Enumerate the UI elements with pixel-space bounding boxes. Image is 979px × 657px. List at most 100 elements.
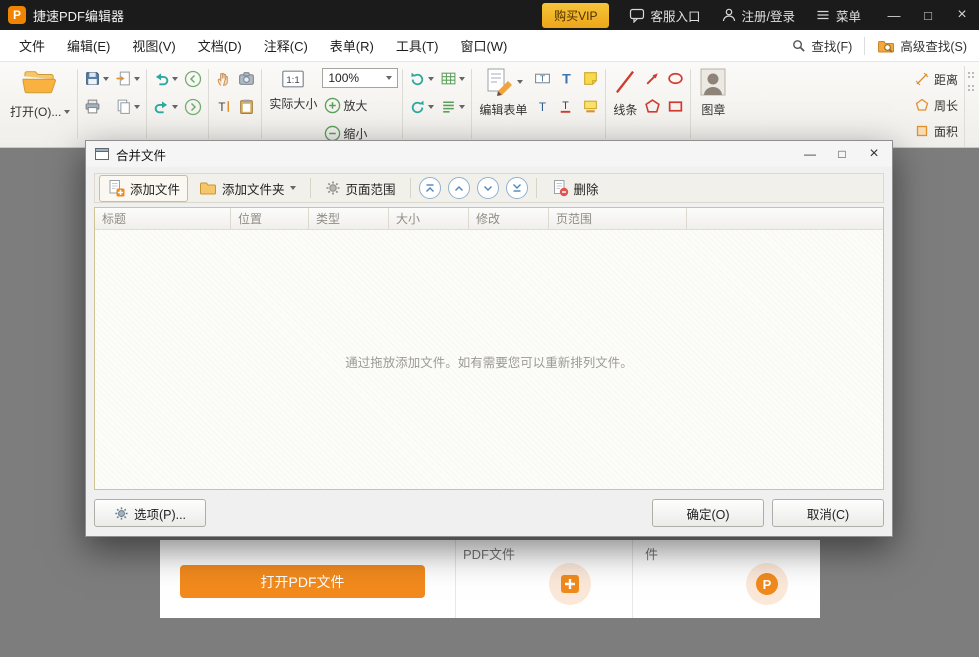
text-tool-button[interactable]: T (532, 96, 553, 117)
snapshot-button[interactable] (236, 68, 257, 89)
rotate-right-icon (409, 98, 426, 115)
export-button[interactable] (113, 68, 142, 89)
column-header-location[interactable]: 位置 (231, 208, 309, 229)
column-header-title[interactable]: 标题 (95, 208, 231, 229)
layout-tools-column (437, 66, 468, 119)
clipboard-button[interactable] (236, 96, 257, 117)
app-menu-button[interactable]: 菜单 (815, 6, 861, 25)
maximize-button[interactable]: □ (911, 0, 945, 30)
chevron-up-icon (453, 182, 465, 194)
open-label-wrap: 打开(O)... (10, 103, 70, 120)
save-button[interactable] (82, 68, 111, 89)
delete-button[interactable]: 删除 (543, 175, 607, 202)
menu-item-window[interactable]: 窗口(W) (449, 30, 518, 61)
distance-tool-button[interactable]: 距离 (915, 69, 958, 89)
stamp-button[interactable]: 图章 (694, 66, 732, 119)
toolbar-overflow-rail[interactable] (964, 66, 977, 147)
separator (261, 69, 262, 139)
menu-item-comment[interactable]: 注释(C) (253, 30, 319, 61)
dialog-close-button[interactable]: × (858, 142, 890, 166)
move-down-button[interactable] (477, 177, 499, 199)
pdf-badge-button[interactable]: P (745, 562, 789, 606)
menu-item-document[interactable]: 文档(D) (187, 30, 253, 61)
edit-form-button[interactable]: 编辑表单 (475, 66, 531, 119)
area-icon (915, 124, 929, 138)
previous-view-button[interactable] (182, 68, 204, 89)
create-pdf-button[interactable] (548, 562, 592, 606)
menu-item-edit[interactable]: 编辑(E) (56, 30, 121, 61)
dialog-window-icon (94, 147, 110, 161)
annotation-column (579, 66, 602, 119)
shape-column-2 (664, 66, 687, 119)
note-button[interactable] (580, 68, 601, 89)
copy-button[interactable] (113, 96, 142, 117)
list-tool-button[interactable] (438, 96, 467, 117)
distance-icon (915, 72, 929, 86)
page-range-button[interactable]: 页面范围 (317, 175, 404, 202)
oval-tool-button[interactable] (665, 68, 686, 89)
chevron-down-icon (482, 182, 494, 194)
hand-tool-button[interactable] (213, 68, 234, 89)
column-header-type[interactable]: 类型 (309, 208, 389, 229)
close-button[interactable]: × (945, 0, 979, 30)
cancel-button[interactable]: 取消(C) (772, 499, 884, 527)
perimeter-tool-button[interactable]: 周长 (915, 95, 958, 115)
zoom-level-select[interactable]: 100% (322, 68, 398, 88)
underline-text-button[interactable]: T (555, 96, 578, 117)
add-text-button[interactable]: T (555, 68, 578, 89)
column-header-size[interactable]: 大小 (389, 208, 469, 229)
find-button[interactable]: 查找(F) (787, 32, 856, 59)
buy-vip-button[interactable]: 购买VIP (542, 3, 609, 28)
area-tool-button[interactable]: 面积 (915, 121, 958, 141)
actual-size-button[interactable]: 1:1 实际大小 (265, 66, 321, 113)
options-button[interactable]: 选项(P)... (94, 499, 206, 527)
rotate-right-button[interactable] (407, 96, 436, 117)
advanced-find-button[interactable]: 高级查找(S) (873, 32, 971, 59)
menu-item-tools[interactable]: 工具(T) (385, 30, 450, 61)
dialog-maximize-button[interactable]: □ (826, 142, 858, 166)
undo-button[interactable] (151, 68, 180, 89)
separator (632, 540, 633, 618)
rectangle-tool-button[interactable] (665, 96, 686, 117)
minimize-button[interactable]: — (877, 0, 911, 30)
caret-down-icon (428, 77, 434, 81)
arrow-tool-button[interactable] (642, 68, 663, 89)
menu-item-form[interactable]: 表单(R) (319, 30, 385, 61)
delete-label: 删除 (574, 179, 599, 198)
polygon-tool-button[interactable] (642, 96, 663, 117)
column-header-modified[interactable]: 修改 (469, 208, 549, 229)
dialog-minimize-button[interactable]: — (794, 142, 826, 166)
line-tool-button[interactable]: 线条 (609, 66, 641, 119)
open-button[interactable]: 打开(O)... (6, 66, 74, 121)
separator (864, 37, 865, 55)
move-up-button[interactable] (448, 177, 470, 199)
ok-button[interactable]: 确定(O) (652, 499, 764, 527)
next-view-button[interactable] (182, 96, 204, 117)
zoom-in-button[interactable]: 放大 (322, 95, 398, 116)
actual-size-icon: 1:1 (280, 67, 306, 91)
support-entry-button[interactable]: 客服入口 (629, 6, 700, 25)
history-nav-column (181, 66, 205, 119)
table-tool-button[interactable] (438, 68, 467, 89)
menu-item-file[interactable]: 文件 (8, 30, 56, 61)
select-text-button[interactable]: T (213, 96, 234, 117)
zoom-in-label: 放大 (343, 97, 367, 114)
move-bottom-button[interactable] (506, 177, 528, 199)
file-drop-area[interactable]: 通过拖放添加文件。如有需要您可以重新排列文件。 (95, 230, 883, 489)
highlight-button[interactable] (580, 96, 601, 117)
text-field-button[interactable]: T (532, 68, 553, 89)
caret-down-icon (64, 110, 70, 114)
dialog-titlebar[interactable]: 合并文件 — □ × (86, 141, 892, 167)
advanced-find-label: 高级查找(S) (900, 36, 967, 55)
print-button[interactable] (82, 96, 111, 117)
add-folder-button[interactable]: 添加文件夹 (191, 175, 304, 202)
open-pdf-file-button[interactable]: 打开PDF文件 (180, 565, 425, 598)
move-top-button[interactable] (419, 177, 441, 199)
select-text-icon: T (215, 98, 232, 115)
menu-item-view[interactable]: 视图(V) (121, 30, 186, 61)
redo-button[interactable] (151, 96, 180, 117)
rotate-left-button[interactable] (407, 68, 436, 89)
login-button[interactable]: 注册/登录 (721, 6, 795, 25)
column-header-pagerange[interactable]: 页范围 (549, 208, 687, 229)
add-file-button[interactable]: 添加文件 (99, 175, 188, 202)
